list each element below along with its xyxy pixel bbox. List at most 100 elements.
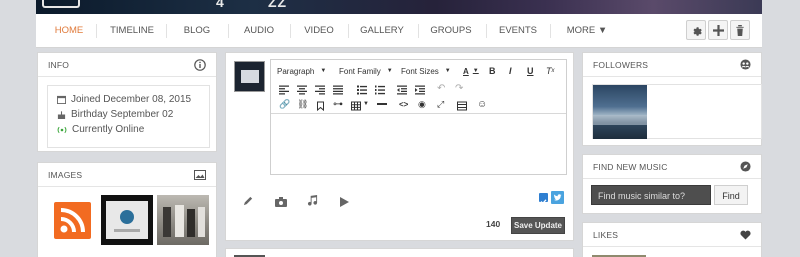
table-icon[interactable] [351,99,361,113]
nav-divider [418,24,419,38]
toolbar-row-2: ↶ ↷ [271,80,566,96]
chevron-down-icon: ▼ [444,68,451,74]
camera-icon[interactable] [275,194,287,212]
followers-title: FOLLOWERS [593,59,649,70]
main-nav: HOME TIMELINE BLOG AUDIO VIDEO GALLERY G… [36,14,762,48]
horizontal-rule-icon[interactable] [377,97,387,111]
save-update-button[interactable]: Save Update [511,217,565,234]
unlink-icon[interactable]: ⛓ [297,97,308,111]
birthday: Birthday September 02 [71,109,174,120]
family-photo-thumbnail[interactable] [157,195,209,245]
screenshot-image-thumbnail[interactable] [101,195,153,245]
chevron-down-icon: ▼ [386,68,393,74]
delete-button[interactable] [730,20,750,40]
bookmark-icon[interactable] [317,99,324,113]
images-title: IMAGES [48,169,83,180]
compass-icon [740,161,751,172]
nav-blog[interactable]: BLOG [172,14,222,48]
align-right-icon[interactable] [315,83,325,97]
nav-audio[interactable]: AUDIO [234,14,284,48]
nav-divider [228,24,229,38]
toolbar-row-3: 🔗 ⛓ ⊶ ▼ <> ◉ ⤢ ☺ [271,96,566,112]
nav-divider [290,24,291,38]
align-justify-icon[interactable] [333,83,343,97]
banner-glyph: 4 [216,0,225,10]
emoticon-icon[interactable]: ☺ [477,97,487,111]
nav-divider [166,24,167,38]
link-icon[interactable]: 🔗 [279,97,290,111]
nav-events[interactable]: EVENTS [492,14,544,48]
underline-icon[interactable]: U [527,64,534,78]
character-count: 140 [486,219,501,229]
nav-divider [550,24,551,38]
banner-logo [42,0,80,8]
nav-timeline[interactable]: TIMELINE [102,14,162,48]
nav-divider [96,24,97,38]
avatar-placeholder [120,210,134,224]
share-checkbox[interactable] [539,193,548,205]
indent-icon[interactable] [415,83,425,97]
gear-icon [692,26,702,36]
profile-banner: 4 ZZ [36,0,762,14]
redo-icon[interactable]: ↷ [455,81,463,95]
timeline-post-card [225,248,574,257]
info-title: INFO [48,59,70,70]
online-status: Currently Online [72,124,145,135]
info-card: INFO Joined December 08, 2015 Birthday S… [37,52,217,152]
rich-text-editor: Paragraph ▼ Font Family ▼ Font Sizes ▼ A ▼ B… [270,59,567,175]
image-gallery-icon [194,169,206,180]
fullscreen-icon[interactable]: ⤢ [437,97,444,111]
align-left-icon[interactable] [279,83,289,97]
nav-divider [486,24,487,38]
find-button[interactable]: Find [714,185,748,205]
likes-card: LIKES [582,222,762,257]
outdent-icon[interactable] [397,83,407,97]
source-code-icon[interactable]: <> [399,97,408,111]
rss-image-thumbnail[interactable] [47,195,97,245]
rss-icon [54,202,91,239]
pencil-icon[interactable] [243,193,254,211]
insert-media-icon[interactable] [457,99,467,113]
info-icon [194,58,206,71]
settings-button[interactable] [686,20,706,40]
bold-icon[interactable]: B [489,64,496,78]
joined-date: Joined December 08, 2015 [71,94,192,105]
nav-home[interactable]: HOME [44,14,94,48]
font-family-select[interactable]: Font Family ▼ [339,64,393,78]
undo-icon[interactable]: ↶ [437,81,445,95]
info-details: Joined December 08, 2015 Birthday Septem… [47,85,210,148]
play-icon[interactable] [340,194,349,212]
numbered-list-icon[interactable] [375,83,385,97]
online-status-icon [57,126,67,133]
align-center-icon[interactable] [297,83,307,97]
music-note-icon[interactable] [307,193,318,211]
twitter-icon[interactable] [551,191,564,204]
followers-card: FOLLOWERS [582,52,762,146]
music-search-input[interactable]: Find music similar to? [591,185,711,205]
font-sizes-select[interactable]: Font Sizes ▼ [401,64,451,78]
toolbar-row-1: Paragraph ▼ Font Family ▼ Font Sizes ▼ A ▼ B… [271,63,566,79]
paragraph-format-select[interactable]: Paragraph ▼ [277,64,326,78]
preview-eye-icon[interactable]: ◉ [418,97,426,111]
images-card: IMAGES [37,162,217,257]
page-break-icon[interactable]: ⊶ [333,97,343,111]
nav-gallery[interactable]: GALLERY [354,14,410,48]
clear-formatting-icon[interactable]: Tx [546,64,555,78]
nav-video[interactable]: VIDEO [294,14,344,48]
find-music-title: FIND NEW MUSIC [593,161,668,172]
nav-divider [348,24,349,38]
nav-more[interactable]: MORE ▼ [556,14,618,48]
birthday-cake-icon [57,111,66,119]
followers-icon [740,59,751,70]
text-color-icon[interactable]: A ▼ [463,64,479,78]
heart-icon [740,230,751,240]
follower-avatar[interactable] [593,85,647,139]
chevron-down-icon[interactable]: ▼ [363,97,369,111]
status-text-area[interactable] [271,113,566,175]
bullet-list-icon[interactable] [357,83,367,97]
nav-groups[interactable]: GROUPS [424,14,478,48]
italic-icon[interactable]: I [509,64,512,78]
add-button[interactable] [708,20,728,40]
trash-icon [736,24,744,36]
user-avatar [234,61,265,92]
